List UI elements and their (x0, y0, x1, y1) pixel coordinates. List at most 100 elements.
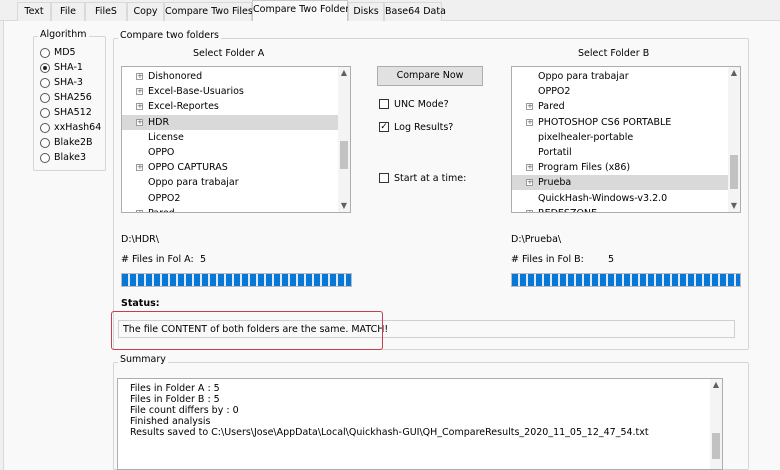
tree-item-label: Pared (538, 101, 565, 113)
scroll-up-arrow-icon[interactable]: ▲ (728, 67, 740, 79)
folder-b-tree[interactable]: + REDESZONE QuickHash-Windows-v3.2.0 + Prueb… (511, 66, 741, 213)
folder-a-path: D:\HDR\ (121, 234, 159, 245)
radio-circle-icon[interactable] (40, 123, 50, 133)
tab-base64-data[interactable]: Base64 Data (384, 2, 446, 21)
tab-files[interactable]: FileS (85, 2, 127, 21)
tree-item-label: Excel-Reportes (148, 101, 219, 113)
radio-circle-icon[interactable] (40, 78, 50, 88)
folder-a-progress-bar (121, 273, 352, 287)
tab-copy[interactable]: Copy (127, 2, 164, 21)
algorithm-radio-label: SHA256 (54, 92, 92, 103)
tree-item-label: Dishonored (148, 71, 203, 82)
folder-b-path: D:\Prueba\ (511, 234, 562, 245)
expand-plus-icon[interactable]: + (526, 164, 533, 172)
tree-item-label: OPPO (148, 147, 175, 158)
tree-item[interactable]: + Prueba (512, 175, 728, 191)
unc-mode-label: UNC Mode? (394, 99, 449, 110)
status-highlight-box (111, 311, 383, 350)
summary-scroll-thumb[interactable] (712, 433, 720, 459)
radio-circle-icon[interactable] (40, 48, 50, 58)
tab-compare-two-folders[interactable]: Compare Two Folders (252, 0, 354, 22)
tree-item[interactable]: + Excel-Reportes (122, 99, 338, 114)
tree-item[interactable]: + Dishonored (122, 69, 338, 84)
compare-now-button[interactable]: Compare Now (377, 66, 483, 86)
radio-circle-icon[interactable] (40, 63, 50, 73)
tree-item[interactable]: Portatil (512, 145, 728, 160)
tree-item[interactable]: + REDESZONE (512, 206, 728, 212)
tree-item-label: Prueba (538, 177, 572, 189)
tree-item[interactable]: + OPPO CAPTURAS (122, 160, 338, 175)
tab-compare-two-files[interactable]: Compare Two Files (164, 2, 253, 21)
summary-memo[interactable]: ▲ Files in Folder A : 5 Files in Folder B… (117, 378, 723, 470)
folder-b-progress-bar (511, 273, 741, 287)
expand-plus-icon[interactable]: + (136, 209, 143, 212)
scroll-up-arrow-icon[interactable]: ▲ (710, 379, 722, 391)
tree-item[interactable]: + Excel-Base-Usuarios (122, 84, 338, 99)
summary-line: Files in Folder B : 5 (130, 394, 220, 405)
summary-scrollbar[interactable]: ▲ (710, 379, 722, 469)
expand-plus-icon[interactable]: + (526, 209, 533, 212)
tree-item-label: OPPO2 (148, 192, 181, 204)
tree-item[interactable]: Oppo para trabajar (512, 69, 728, 84)
tree-item[interactable]: License (122, 130, 338, 145)
tree-item[interactable]: OPPO2 (512, 84, 728, 99)
tree-item-label: Portatil (538, 147, 572, 158)
tree-item[interactable]: + Program Files (x86) (512, 160, 728, 175)
tree-item[interactable]: QuickHash-Windows-v3.2.0 (512, 191, 728, 206)
folder-a-scroll-thumb[interactable] (340, 141, 348, 169)
tree-item[interactable]: + HDR (122, 114, 338, 130)
tree-item-label: PHOTOSHOP CS6 PORTABLE (538, 116, 672, 128)
expand-plus-icon[interactable]: + (136, 164, 143, 172)
tab-text[interactable]: Text (17, 2, 51, 21)
expand-plus-icon[interactable]: + (136, 73, 143, 80)
radio-circle-icon[interactable] (40, 138, 50, 148)
folder-b-heading: Select Folder B (578, 48, 650, 59)
tree-item-label: Pared (148, 206, 175, 212)
summary-group-title: Summary (118, 354, 168, 365)
log-results-checkbox-box[interactable]: ✓ (379, 122, 389, 132)
scroll-down-arrow-icon[interactable]: ▼ (728, 200, 740, 212)
expand-plus-icon[interactable]: + (136, 88, 143, 96)
tree-item-label: REDESZONE (538, 206, 597, 212)
start-at-time-checkbox-box[interactable] (379, 173, 389, 183)
folder-a-files-label: # Files in Fol A: (121, 254, 194, 265)
folder-b-scroll-thumb[interactable] (730, 155, 738, 189)
expand-plus-icon[interactable]: + (526, 118, 533, 126)
scroll-up-arrow-icon[interactable]: ▲ (338, 67, 350, 79)
tree-item[interactable]: pixelhealer-portable (512, 130, 728, 145)
algorithm-radio-label: SHA-1 (54, 62, 83, 73)
expand-plus-icon[interactable]: + (136, 103, 143, 111)
tree-item[interactable]: Oppo para trabajar (122, 175, 338, 190)
tab-file[interactable]: File (51, 2, 85, 21)
tree-item-label: Excel-Base-Usuarios (148, 86, 244, 98)
tree-item[interactable]: OPPO2 (122, 191, 338, 206)
tree-item-label: OPPO CAPTURAS (148, 162, 228, 174)
tree-item[interactable]: + PHOTOSHOP CS6 PORTABLE (512, 115, 728, 130)
summary-line: Files in Folder A : 5 (130, 383, 220, 394)
start-at-time-label: Start at a time: (394, 173, 467, 184)
folder-b-progress-fill (512, 274, 740, 286)
expand-plus-icon[interactable]: + (526, 103, 533, 111)
summary-line: Finished analysis (130, 416, 211, 427)
algorithm-group-title: Algorithm (38, 29, 89, 40)
tree-item[interactable]: + Pared (512, 99, 728, 114)
tree-item-label: Oppo para trabajar (538, 71, 629, 82)
tree-item-label: License (148, 131, 184, 143)
folder-a-scrollbar[interactable]: ▲ ▼ (338, 67, 350, 212)
folder-a-tree[interactable]: + Pared OPPO2 Oppo para trabajar + OPPO CAPTU… (121, 66, 351, 213)
folder-b-files-count: 5 (608, 254, 615, 265)
folder-b-scrollbar[interactable]: ▲ ▼ (728, 67, 740, 212)
log-results-label: Log Results? (394, 122, 454, 133)
tab-disks[interactable]: Disks (348, 2, 384, 21)
radio-circle-icon[interactable] (40, 108, 50, 118)
tree-item[interactable]: OPPO (122, 145, 338, 160)
unc-mode-checkbox-box[interactable] (379, 99, 389, 109)
expand-plus-icon[interactable]: + (526, 179, 533, 187)
summary-line: File count differs by : 0 (130, 405, 239, 416)
tree-item-label: QuickHash-Windows-v3.2.0 (538, 192, 668, 204)
radio-circle-icon[interactable] (40, 153, 50, 163)
radio-circle-icon[interactable] (40, 93, 50, 103)
tree-item[interactable]: + Pared (122, 206, 338, 212)
scroll-down-arrow-icon[interactable]: ▼ (338, 200, 350, 212)
expand-plus-icon[interactable]: + (136, 118, 143, 126)
